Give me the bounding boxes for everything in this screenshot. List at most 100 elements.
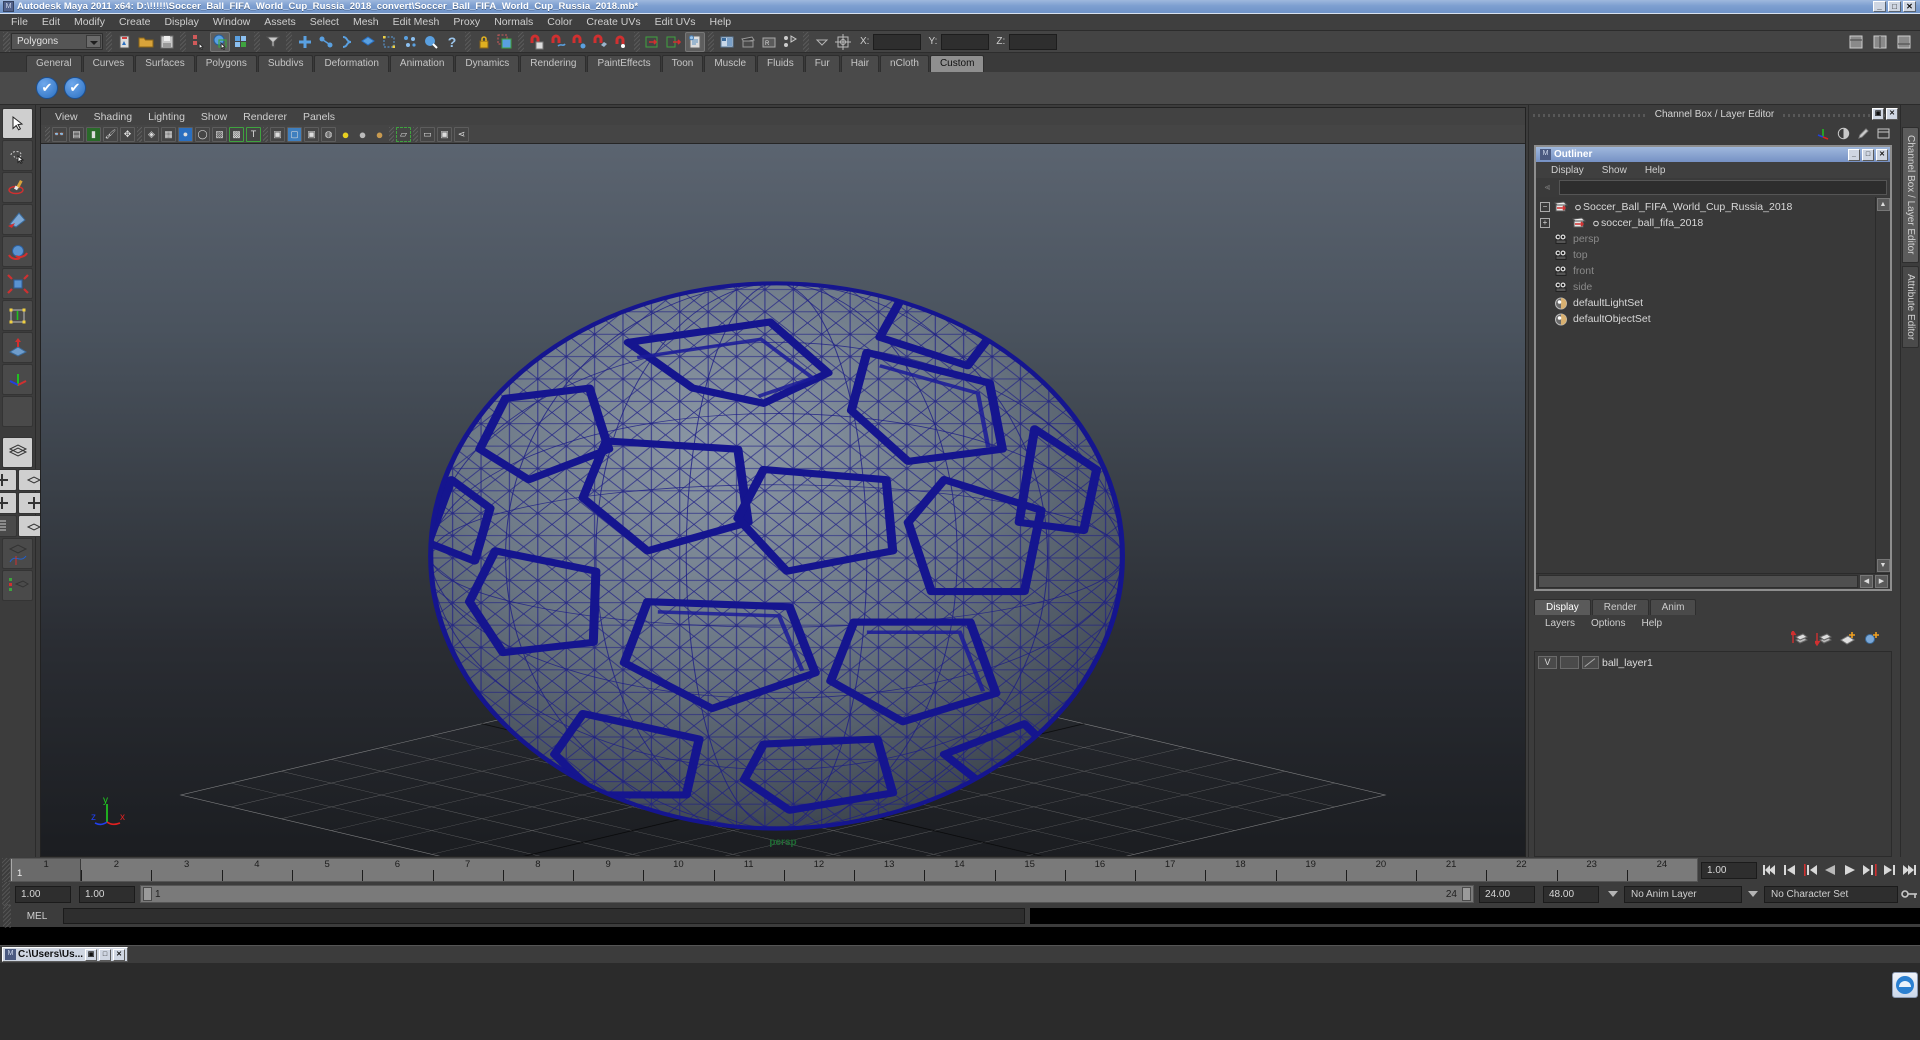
range-start-handle[interactable] [143,887,152,901]
menu-item-color[interactable]: Color [540,15,579,29]
2d-pan-zoom-icon[interactable]: ✥ [120,126,135,142]
xray-icon[interactable]: ▨ [212,126,227,142]
menu-item-mesh[interactable]: Mesh [346,15,386,29]
show-tool-settings-icon[interactable] [1894,32,1914,52]
show-channel-box-icon[interactable] [1846,32,1866,52]
paint-effects-icon[interactable]: 🖌 [103,126,118,142]
shelf-tab-fluids[interactable]: Fluids [757,55,804,72]
minimize-button[interactable]: _ [1873,1,1886,12]
image-plane-icon[interactable]: ▮ [86,126,101,142]
render-settings-icon[interactable]: R [759,32,779,52]
outliner-vertical-scrollbar[interactable]: ▲ ▼ [1875,197,1890,573]
viewport-menu-shading[interactable]: Shading [86,111,141,123]
soft-modification-tool[interactable] [2,332,33,363]
vertical-tab-attribute-editor[interactable]: Attribute Editor [1902,265,1919,348]
key-icon[interactable] [1900,884,1920,904]
select-camera-icon[interactable]: 👓 [52,126,67,142]
viewport-menu-panels[interactable]: Panels [295,111,343,123]
new-layer-from-selected-icon[interactable] [1863,631,1880,651]
move-layer-down-icon[interactable] [1813,631,1832,651]
shelf-tab-curves[interactable]: Curves [82,55,135,72]
outliner-search-input[interactable] [1559,180,1887,195]
shelf-tab-toon[interactable]: Toon [661,55,704,72]
use-default-lighting-icon[interactable]: ◯ [195,126,210,142]
highlight-selection-icon[interactable] [495,32,515,52]
single-perspective-view-layout[interactable] [2,437,33,468]
menu-item-create-uvs[interactable]: Create UVs [579,15,647,29]
restore-panel-button[interactable]: ▣ [1872,108,1884,120]
menu-item-proxy[interactable]: Proxy [446,15,487,29]
play-forwards-icon[interactable] [1840,860,1860,880]
time-slider-grip[interactable] [2,858,10,882]
select-by-hierarchy-icon[interactable] [189,32,209,52]
snap-point-icon[interactable] [337,32,357,52]
move-tool[interactable] [2,204,33,235]
x-coord-field[interactable] [873,33,922,50]
script-editor-icon[interactable] [685,31,705,52]
show-attribute-editor-icon[interactable] [1870,32,1890,52]
scroll-track[interactable] [1538,575,1858,588]
ipr-render-icon[interactable] [738,32,758,52]
vertical-tab-channel-box-layer-editor[interactable]: Channel Box / Layer Editor [1902,127,1919,263]
expand-icon[interactable]: + [1540,218,1550,228]
attributes-icon[interactable] [1877,127,1890,140]
outliner-row[interactable]: persp [1536,231,1875,247]
menu-item-display[interactable]: Display [157,15,205,29]
menu-item-edit[interactable]: Edit [35,15,67,29]
show-manipulator-tool[interactable] [2,364,33,395]
scale-tool[interactable] [2,268,33,299]
outliner-tree[interactable]: − Soccer_Ball_FIFA_World_Cup_Russia_2018 +… [1536,197,1890,573]
shelf-button-1[interactable]: ✔ [36,77,58,99]
outliner-persp-layout[interactable] [0,515,17,537]
menu-item-file[interactable]: File [4,15,35,29]
axis-icon[interactable] [1817,127,1830,140]
perspective-viewport[interactable]: View Shading Lighting Show Renderer Panels 👓 … [40,107,1526,857]
z-coord-field[interactable] [1009,33,1058,50]
contrast-icon[interactable] [1837,127,1850,140]
snap-view-plane-icon[interactable] [358,32,378,52]
outliner-row[interactable]: + soccer_ball_fifa_2018 [1536,215,1875,231]
light-icon-yellow[interactable]: ● [338,127,353,142]
taskbar-item[interactable]: M C:\Users\Us... ▣ □ ✕ [2,947,129,962]
open-scene-icon[interactable] [136,32,156,52]
character-set-select[interactable]: No Character Set [1764,885,1898,903]
range-slider[interactable]: 1 24 [140,885,1474,903]
menu-item-normals[interactable]: Normals [487,15,540,29]
go-to-end-icon[interactable] [1900,860,1920,880]
layer-color-swatch[interactable] [1582,656,1599,669]
smooth-shade-icon[interactable]: ▦ [161,126,176,142]
wireframe-icon[interactable]: ◈ [144,126,159,142]
step-forward-key-icon[interactable] [1860,860,1880,880]
outliner-row[interactable]: defaultLightSet [1536,295,1875,311]
camera-attributes-icon[interactable]: ▤ [69,126,84,142]
shelf-tab-custom[interactable]: Custom [929,55,985,72]
grid-toggle-icon[interactable]: ▣ [270,126,285,142]
y-coord-field[interactable] [941,33,990,50]
outliner-menu-show[interactable]: Show [1593,165,1636,176]
select-by-component-icon[interactable] [231,32,251,52]
isolate-select-icon[interactable]: ▱ [396,126,411,142]
universal-manipulator-tool[interactable] [2,300,33,331]
step-back-frame-icon[interactable] [1780,860,1800,880]
hypershade-icon[interactable] [780,32,800,52]
menu-item-assets[interactable]: Assets [257,15,303,29]
viewport-menu-renderer[interactable]: Renderer [235,111,295,123]
paint-select-tool[interactable] [2,172,33,203]
film-gate-icon[interactable]: ▢ [287,126,302,142]
pencil-icon[interactable] [1857,127,1870,140]
toolbar-grip[interactable] [3,31,10,52]
viewport-canvas[interactable]: y z x persp [41,144,1525,856]
command-line-grip[interactable] [3,904,11,928]
shelf-tab-muscle[interactable]: Muscle [704,55,757,72]
layer-visibility-toggle[interactable]: V [1538,656,1557,669]
shelf-tab-ncloth[interactable]: nCloth [880,55,929,72]
help-bubble-icon[interactable] [1892,972,1918,998]
select-by-object-icon[interactable] [210,31,230,52]
collapse-icon[interactable]: − [1540,202,1550,212]
shelf-tab-surfaces[interactable]: Surfaces [135,55,195,72]
make-live-icon[interactable] [421,32,441,52]
layer-menu-options[interactable]: Options [1583,618,1633,629]
save-scene-icon[interactable] [157,32,177,52]
magnet-plane-icon[interactable] [590,32,610,52]
snap-live-icon[interactable] [379,32,399,52]
